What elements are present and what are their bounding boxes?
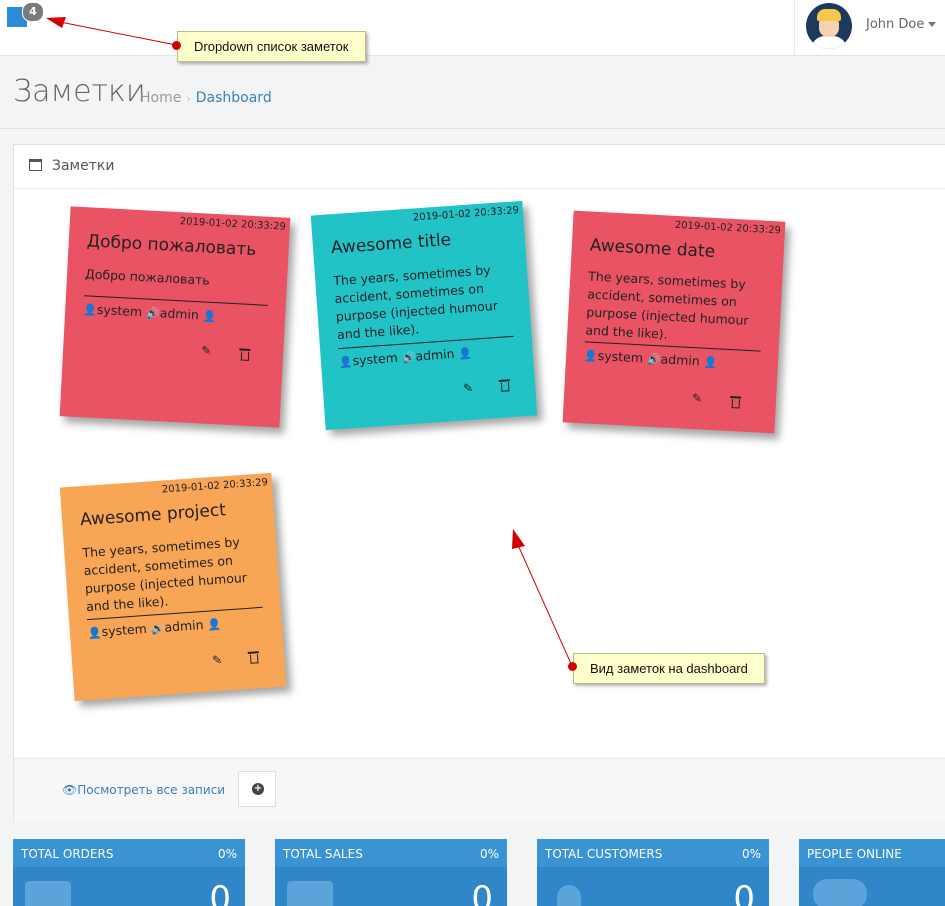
note-title: Awesome title [330,229,452,259]
callout-marker [568,662,577,671]
note-title: Awesome project [79,500,227,531]
sticky-note[interactable]: 2019-01-02 20:33:29 Awesome title The ye… [310,200,538,431]
note-assignee: admin [660,351,701,369]
stat-label: TOTAL CUSTOMERS [545,847,663,861]
note-body: The years, sometimes by accident, someti… [585,268,749,342]
stat-value: 0 [209,879,231,906]
callout-dashboard: Вид заметок на dashboard [573,653,765,684]
stat-value: 0 [733,879,755,906]
note-author: system [96,301,143,320]
notes-count-badge[interactable]: 4 [22,2,44,22]
stat-card-total-sales[interactable]: TOTAL SALES 0% 0 [275,839,507,906]
note-meta: 👤system 🔊admin 👤 [83,301,217,323]
shopping-cart-icon [25,881,71,906]
trash-icon[interactable] [731,399,741,409]
portlet-header: Заметки [14,145,945,189]
note-title: Awesome date [589,235,716,263]
sticky-note[interactable]: 2019-01-02 20:33:29 Добро пожаловать Доб… [59,206,291,428]
note-assignee: admin [159,305,200,323]
calendar-icon [29,159,42,171]
stat-label: PEOPLE ONLINE [807,847,902,861]
note-author: system [101,620,148,640]
callout-dropdown: Dropdown список заметок [177,31,366,62]
stat-value: 0 [471,879,493,906]
user-icon: 👤 [82,303,98,317]
page-title: Заметки [13,74,146,109]
note-body: The years, sometimes by accident, someti… [81,534,248,615]
user-icon [557,885,581,906]
plus-circle-icon: + [252,783,264,795]
note-title: Добро пожаловать [86,231,257,261]
users-icon [813,879,867,906]
bullhorn-icon: 🔊 [401,350,416,365]
note-meta: 👤system 🔊admin 👤 [87,616,222,641]
pencil-icon[interactable]: ✎ [201,343,212,358]
note-date: 2019-01-02 20:33:29 [179,216,287,233]
stat-card-total-customers[interactable]: TOTAL CUSTOMERS 0% 0 [537,839,769,906]
divider [0,128,945,129]
user-icon: 👤 [458,346,473,361]
user-icon: 👤 [583,349,599,364]
user-icon: 👤 [703,355,718,370]
user-icon: 👤 [338,355,354,370]
chevron-right-icon: › [186,92,191,105]
credit-card-icon [287,881,333,906]
bullhorn-icon: 🔊 [150,621,165,636]
note-assignee: admin [414,345,456,364]
portlet-footer: 👁Посмотреть все записи + [14,758,945,822]
callout-marker [172,41,181,50]
stat-card-total-orders[interactable]: TOTAL ORDERS 0% 0 [13,839,245,906]
pencil-icon[interactable]: ✎ [212,653,223,668]
user-icon: 👤 [202,309,217,324]
stat-percent: 0% [479,847,499,861]
eye-icon: 👁 [62,783,78,797]
view-all-link[interactable]: 👁Посмотреть все записи [62,783,225,797]
sticky-note[interactable]: 2019-01-02 20:33:29 Awesome project The … [59,472,287,702]
breadcrumb-dashboard[interactable]: Dashboard [196,90,272,106]
note-assignee: admin [163,616,204,635]
caret-down-icon [928,22,936,27]
trash-icon[interactable] [240,351,250,361]
note-author: system [597,348,644,366]
note-date: 2019-01-02 20:33:29 [674,219,782,237]
note-body: The years, sometimes by accident, someti… [332,262,499,343]
stat-label: TOTAL SALES [283,847,363,861]
add-note-button[interactable]: + [238,771,276,807]
note-meta: 👤system 🔊admin 👤 [584,347,718,369]
bullhorn-icon: 🔊 [145,306,161,321]
breadcrumb: Home › Dashboard [140,90,272,106]
note-date: 2019-01-02 20:33:29 [161,477,269,496]
top-navbar: 4 John Doe [0,0,945,56]
stat-percent: 0% [217,847,237,861]
note-author: system [352,349,399,369]
stat-percent: 0% [741,847,761,861]
note-body: Добро пожаловать [84,266,211,288]
trash-icon[interactable] [249,654,259,664]
trash-icon[interactable] [500,382,510,392]
note-meta: 👤system 🔊admin 👤 [338,345,473,370]
bullhorn-icon: 🔊 [646,352,661,367]
stat-card-people-online[interactable]: PEOPLE ONLINE [799,839,945,906]
note-date: 2019-01-02 20:33:29 [412,205,520,224]
stat-label: TOTAL ORDERS [21,847,114,861]
pencil-icon[interactable]: ✎ [692,391,703,406]
avatar [806,3,852,49]
portlet-title: Заметки [52,158,115,174]
user-icon: 👤 [87,626,103,641]
user-name: John Doe [866,17,925,32]
user-menu[interactable]: John Doe [794,0,945,55]
pencil-icon[interactable]: ✎ [463,381,474,396]
breadcrumb-home[interactable]: Home [140,90,181,106]
sticky-note[interactable]: 2019-01-02 20:33:29 Awesome date The yea… [562,210,786,434]
user-icon: 👤 [207,617,222,632]
